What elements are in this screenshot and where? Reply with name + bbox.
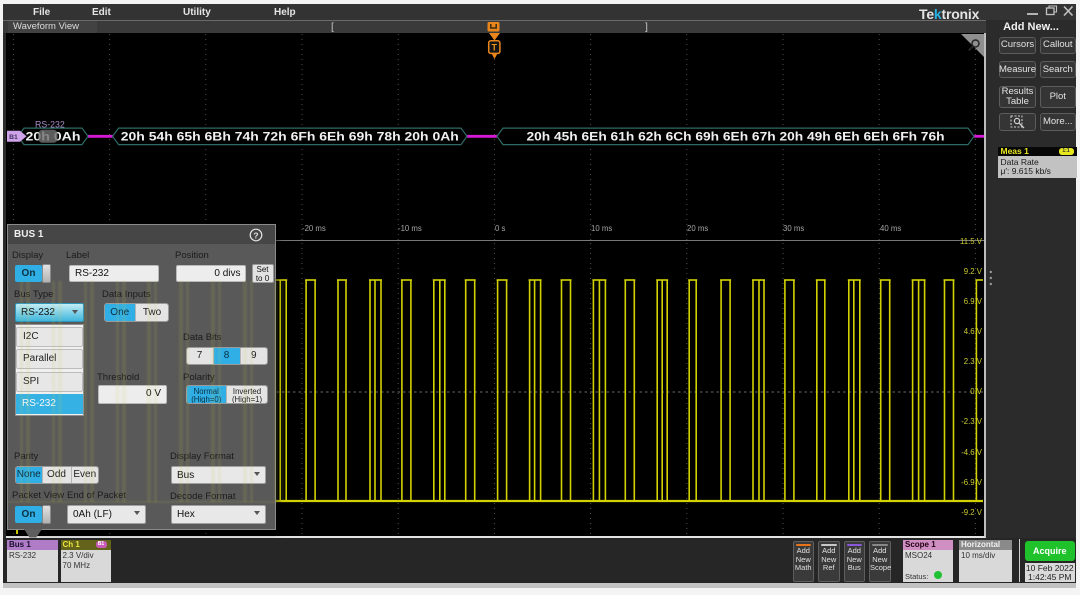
- svg-text:20 ms: 20 ms: [687, 224, 708, 233]
- svg-text:T: T: [492, 43, 498, 53]
- svg-text:10 ms: 10 ms: [591, 224, 612, 233]
- svg-text:-10 ms: -10 ms: [398, 224, 422, 233]
- svg-text:-6.9 V: -6.9 V: [961, 478, 983, 487]
- svg-text:2.3 V: 2.3 V: [964, 357, 983, 366]
- svg-text:-2.3 V: -2.3 V: [961, 417, 983, 426]
- svg-text:4.6 V: 4.6 V: [964, 327, 983, 336]
- svg-text:-4.6 V: -4.6 V: [961, 448, 983, 457]
- svg-text:-9.2 V: -9.2 V: [961, 508, 983, 517]
- svg-text:RS-232: RS-232: [35, 120, 65, 130]
- svg-text:11.5 V: 11.5 V: [960, 237, 983, 246]
- svg-text:30 ms: 30 ms: [783, 224, 804, 233]
- svg-text:6.9 V: 6.9 V: [964, 297, 983, 306]
- svg-text:?: ?: [253, 230, 258, 240]
- svg-text:9.2 V: 9.2 V: [964, 267, 983, 276]
- svg-text:20h 45h 6Eh 61h 62h 6Ch 69h 6E: 20h 45h 6Eh 61h 62h 6Ch 69h 6Eh 67h 20h …: [527, 130, 945, 144]
- svg-text:0 s: 0 s: [495, 224, 506, 233]
- svg-text:40 ms: 40 ms: [880, 224, 901, 233]
- svg-text:B1: B1: [9, 134, 18, 141]
- svg-text:0 V: 0 V: [970, 387, 983, 396]
- svg-text:20h 54h 65h 6Bh 74h 72h 6Fh 6E: 20h 54h 65h 6Bh 74h 72h 6Fh 6Eh 69h 78h …: [121, 130, 459, 144]
- svg-text:-20 ms: -20 ms: [302, 224, 326, 233]
